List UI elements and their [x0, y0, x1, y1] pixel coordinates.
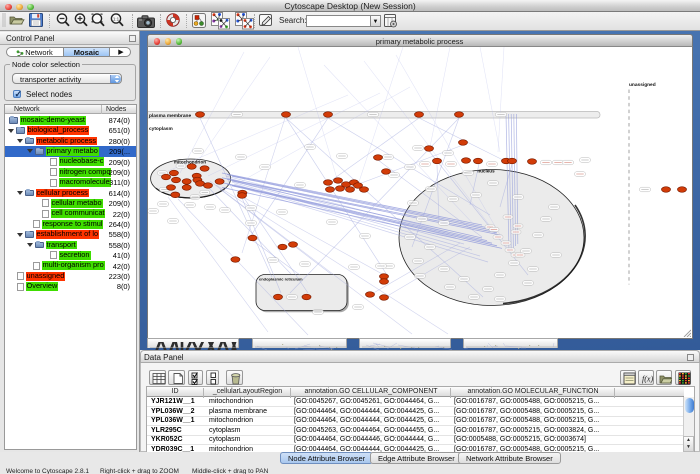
svg-text:nucleus: nucleus [477, 169, 495, 174]
svg-text:cytoplasm: cytoplasm [149, 126, 173, 132]
svg-text:plasma membrane: plasma membrane [149, 113, 191, 119]
svg-text:endoplasmic reticulum: endoplasmic reticulum [259, 277, 303, 282]
svg-text:unassigned: unassigned [629, 82, 656, 88]
svg-text:1:1: 1:1 [113, 16, 120, 21]
svg-text:f(x): f(x) [642, 375, 653, 384]
